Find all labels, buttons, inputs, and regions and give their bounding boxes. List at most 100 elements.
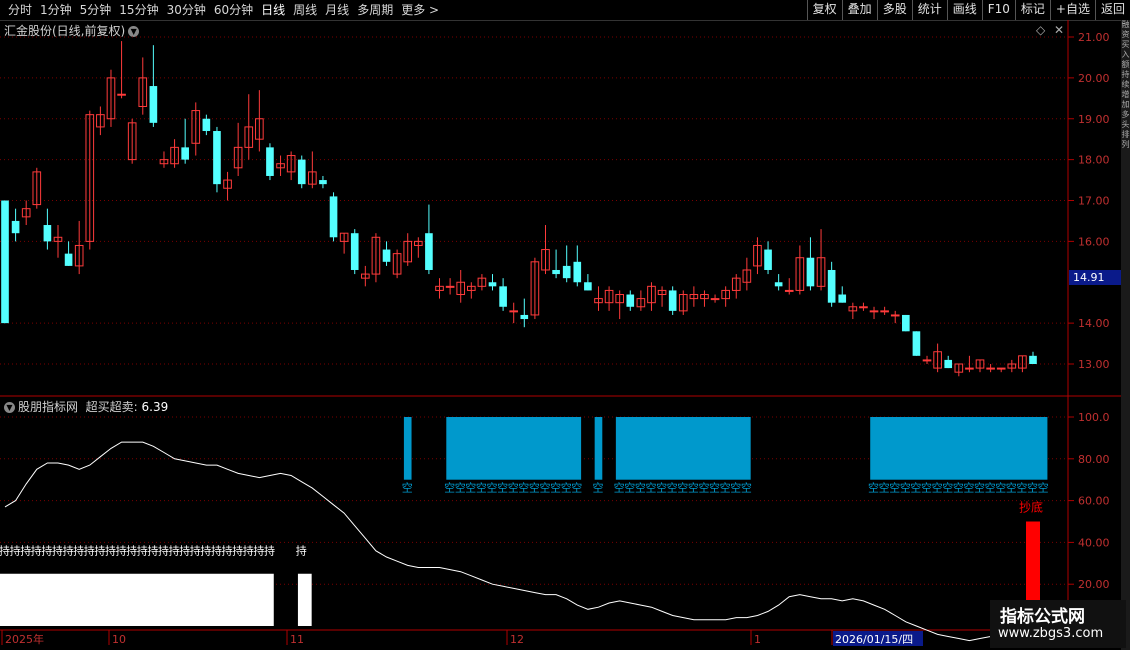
price-tick-label: 14.00 (1078, 317, 1110, 330)
hold-label: 持 (169, 543, 180, 557)
overbought-label: 空 (487, 481, 498, 495)
hold-label: 持 (105, 543, 116, 557)
current-price-label: 14.91 (1069, 270, 1125, 285)
candle-body (520, 314, 529, 320)
candle-body (986, 367, 995, 370)
candle-body (64, 253, 73, 266)
hold-label: 持 (94, 543, 105, 557)
toolbar-action-button[interactable]: 多股 (876, 0, 912, 20)
hold-label: 持 (211, 543, 222, 557)
toolbar-action-button[interactable]: 标记 (1014, 0, 1050, 20)
chart-title[interactable]: 汇金股份(日线,前复权) ▼ (4, 22, 140, 39)
indicator-tick-label: 20.00 (1078, 578, 1110, 591)
chevron-down-icon[interactable]: ▼ (4, 402, 15, 413)
toolbar-action-button[interactable]: 返回 (1094, 0, 1130, 20)
tab-period[interactable]: 多周期 (353, 2, 397, 18)
x-axis-label: 1 (754, 633, 761, 646)
overbought-label: 空 (402, 481, 413, 495)
toolbar-action-button[interactable]: F10 (981, 0, 1015, 20)
candle-body (233, 146, 243, 169)
tab-period[interactable]: 分时 (4, 2, 36, 18)
overbought-label: 空 (910, 481, 921, 495)
overbought-label: 空 (1016, 481, 1027, 495)
candle-body (954, 363, 964, 373)
overbought-label: 空 (868, 481, 879, 495)
candle-body (11, 220, 20, 234)
hold-label: 持 (179, 543, 190, 557)
candle-body (213, 131, 221, 185)
candle-body (764, 249, 772, 270)
candle-body (456, 281, 466, 296)
candle-body (21, 208, 31, 218)
candle-body (106, 77, 116, 120)
hold-block (297, 573, 312, 626)
toolbar-action-button[interactable]: 画线 (946, 0, 982, 20)
toolbar-action-button[interactable]: 叠加 (841, 0, 877, 20)
candle-body (445, 285, 455, 288)
candle-body (286, 155, 296, 173)
chevron-down-icon[interactable]: ▼ (128, 26, 140, 37)
candle-body (509, 310, 519, 313)
overbought-label: 空 (730, 481, 741, 495)
candle-body (53, 236, 63, 242)
toolbar-actions: 复权 叠加 多股 统计 画线 F10 标记 +自选 返回 (806, 0, 1130, 20)
candle-body (477, 277, 487, 287)
tab-period[interactable]: 60分钟 (210, 2, 257, 18)
candle-body (594, 298, 603, 304)
hold-label: 持 (200, 543, 211, 557)
toolbar-action-button[interactable]: +自选 (1049, 0, 1095, 20)
overbought-label: 空 (985, 481, 996, 495)
indicator-name: 超买超卖: (85, 400, 138, 414)
tab-period[interactable]: 月线 (321, 2, 353, 18)
overbought-label: 空 (592, 481, 603, 495)
tab-period[interactable]: 30分钟 (163, 2, 210, 18)
hold-label: 持 (147, 543, 158, 557)
candle-body (922, 359, 932, 362)
chart-canvas[interactable]: 21.00 20.00 19.00 18.00 17.00 16.00 14.00 13.00… (0, 0, 1130, 650)
stock-title: 汇金股份(日线,前复权) (4, 24, 126, 38)
overbought-block (870, 417, 1048, 480)
candle-body (774, 282, 783, 287)
indicator-line (4, 441, 1044, 642)
overbought-label: 空 (921, 481, 932, 495)
tab-period[interactable]: 日线 (257, 2, 289, 18)
candle-body (1029, 355, 1037, 364)
hold-label: 持 (296, 543, 307, 557)
candle-body (838, 294, 847, 303)
candle-body (944, 359, 953, 369)
overbought-label: 空 (879, 481, 890, 495)
overbought-block (594, 417, 603, 480)
right-side-panel[interactable]: 融资买入额持续增加多头排列 (1121, 20, 1130, 650)
overbought-label: 空 (550, 481, 561, 495)
hold-label: 持 (243, 543, 254, 557)
overbought-block (403, 417, 412, 480)
overbought-label: 空 (645, 481, 656, 495)
hold-label: 持 (253, 543, 264, 557)
toolbar-action-button[interactable]: 复权 (806, 0, 842, 20)
candle-body (668, 290, 677, 311)
tab-period[interactable]: 1分钟 (36, 2, 76, 18)
hold-label: 持 (264, 543, 275, 557)
indicator-title[interactable]: ▼ 股朋指标网 超买超卖: 6.39 (4, 398, 168, 415)
hold-block (0, 573, 274, 626)
toolbar-action-button[interactable]: 统计 (911, 0, 947, 20)
candle-body (626, 294, 635, 307)
candle-body (562, 265, 571, 279)
tab-period[interactable]: 周线 (289, 2, 321, 18)
overbought-label: 空 (476, 481, 487, 495)
tab-period[interactable]: 更多 > (397, 2, 443, 18)
overbought-label: 空 (561, 481, 572, 495)
candle-body (96, 114, 105, 128)
tab-period[interactable]: 5分钟 (76, 2, 116, 18)
diamond-icon: ◇ (1036, 23, 1046, 37)
overbought-label: 空 (518, 481, 529, 495)
candle-body (859, 306, 868, 309)
candle-body (678, 294, 688, 312)
crosshair-date-label: 2026/01/15/四 (835, 633, 913, 646)
overbought-label: 空 (529, 481, 540, 495)
tab-period[interactable]: 15分钟 (115, 2, 162, 18)
overbought-label: 空 (932, 481, 943, 495)
candle-body (266, 147, 274, 176)
x-axis-label: 2025年 (5, 632, 44, 646)
candle-body (530, 261, 540, 316)
